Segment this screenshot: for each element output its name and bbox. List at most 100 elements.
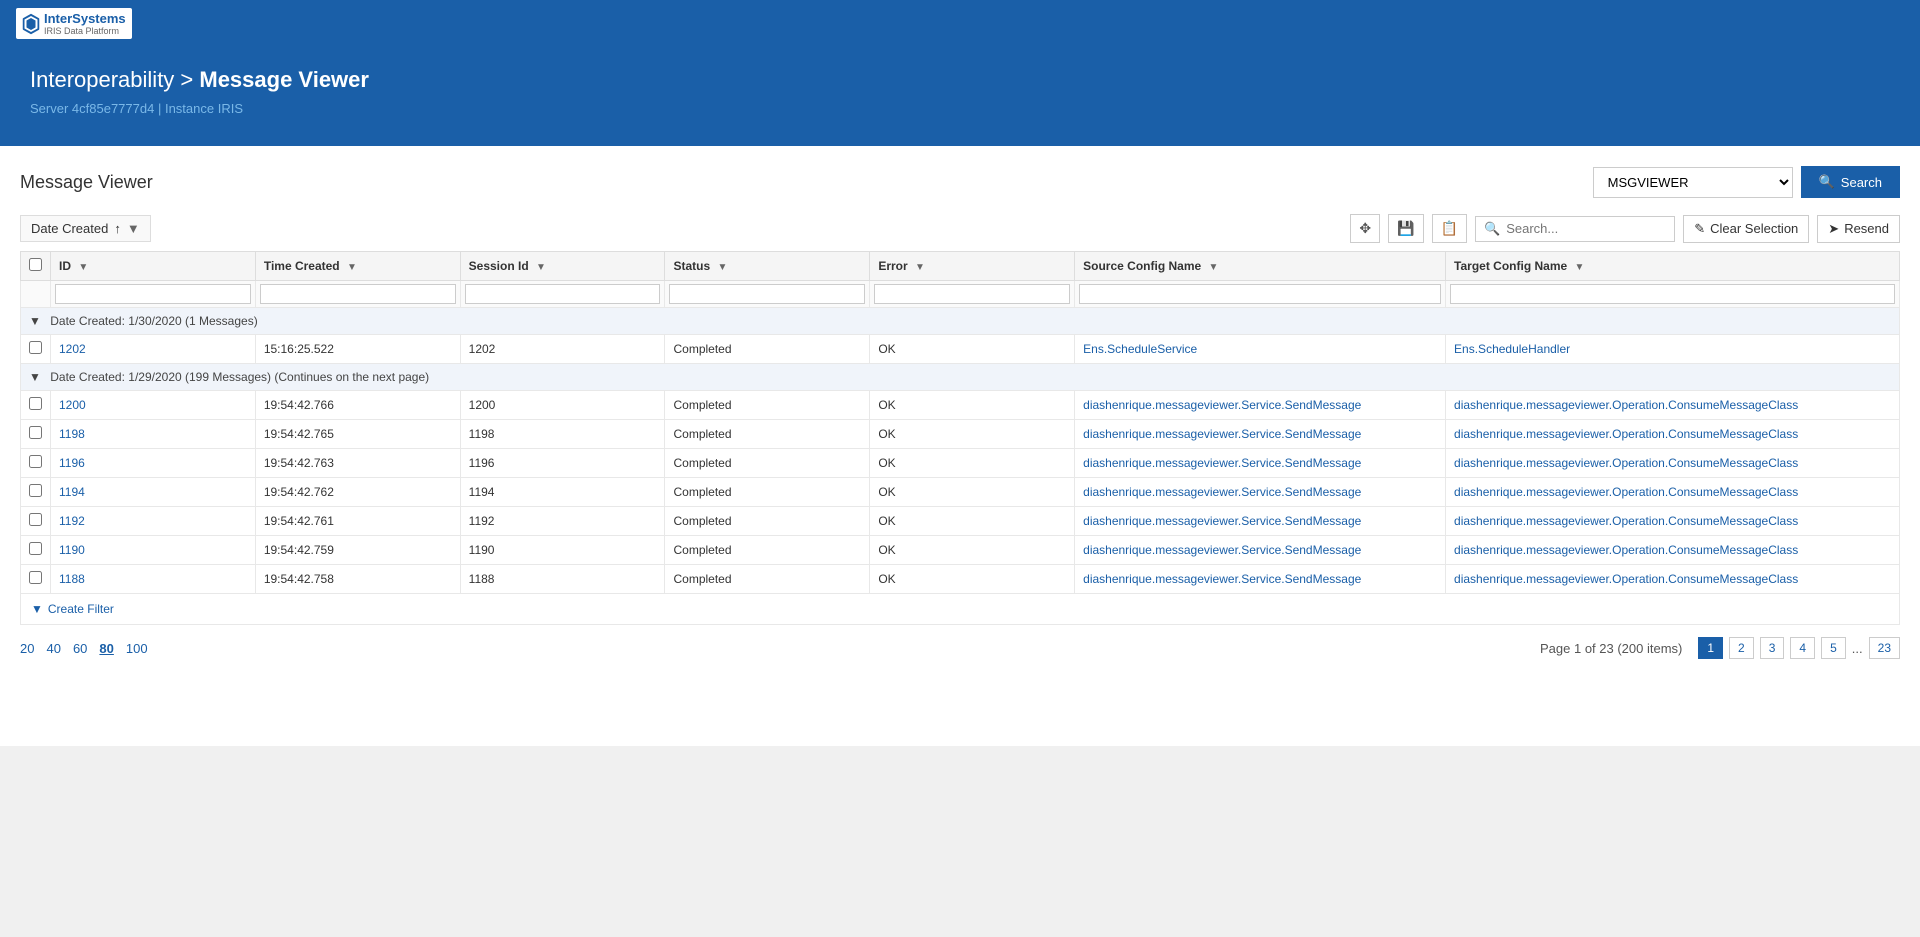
source-config-filter-icon[interactable]: ▼ [1209,262,1219,273]
row-source-link[interactable]: diashenrique.messageviewer.Service.SendM… [1083,543,1361,557]
row-target-link[interactable]: diashenrique.messageviewer.Operation.Con… [1454,543,1798,557]
status-filter-icon[interactable]: ▼ [718,262,728,273]
row-id-cell: 1192 [51,507,256,536]
row-id-link[interactable]: 1194 [59,485,85,499]
resend-icon: ➤ [1828,221,1839,237]
page-3-button[interactable]: 3 [1760,637,1785,659]
data-table: ID ▼ Time Created ▼ Session Id ▼ Status … [20,251,1900,594]
row-id-link[interactable]: 1196 [59,456,85,470]
id-filter-icon[interactable]: ▼ [78,262,88,273]
row-target-link[interactable]: diashenrique.messageviewer.Operation.Con… [1454,427,1798,441]
row-checkbox[interactable] [29,455,42,468]
search-input-box: 🔍 [1475,216,1675,242]
row-checkbox[interactable] [29,341,42,354]
row-source-link[interactable]: Ens.ScheduleService [1083,342,1197,356]
row-id-link[interactable]: 1200 [59,398,86,412]
sort-filter-icon[interactable]: ▼ [127,221,140,236]
row-source-link[interactable]: diashenrique.messageviewer.Service.SendM… [1083,485,1361,499]
page-last-button[interactable]: 23 [1869,637,1900,659]
select-all-checkbox[interactable] [29,258,42,271]
header-section: Interoperability > Message Viewer Server… [0,47,1920,146]
row-checkbox[interactable] [29,513,42,526]
row-id-link[interactable]: 1192 [59,514,85,528]
collapse-icon[interactable]: ▼ [29,314,41,328]
page-size-80[interactable]: 80 [99,641,113,656]
row-target-link[interactable]: Ens.ScheduleHandler [1454,342,1570,356]
create-filter-button[interactable]: ▼ Create Filter [31,602,114,616]
row-source-link[interactable]: diashenrique.messageviewer.Service.SendM… [1083,456,1361,470]
row-id-cell: 1196 [51,449,256,478]
filter-status-input[interactable] [669,284,865,304]
row-source-link[interactable]: diashenrique.messageviewer.Service.SendM… [1083,427,1361,441]
clear-selection-button[interactable]: ✎ Clear Selection [1683,215,1809,243]
row-checkbox[interactable] [29,426,42,439]
row-target-link[interactable]: diashenrique.messageviewer.Operation.Con… [1454,398,1798,412]
filter-source-input[interactable] [1079,284,1441,304]
expand-icon-button[interactable]: ✥ [1350,214,1380,243]
filter-id-input[interactable] [55,284,251,304]
row-session-cell: 1190 [460,536,665,565]
row-error-cell: OK [870,449,1075,478]
row-id-link[interactable]: 1188 [59,572,85,586]
row-session-cell: 1200 [460,391,665,420]
namespace-select[interactable]: MSGVIEWER [1593,167,1793,198]
row-source-link[interactable]: diashenrique.messageviewer.Service.SendM… [1083,398,1361,412]
row-target-cell: diashenrique.messageviewer.Operation.Con… [1446,449,1900,478]
copy-icon-button[interactable]: 📋 [1432,214,1467,243]
error-filter-icon[interactable]: ▼ [915,262,925,273]
page-5-button[interactable]: 5 [1821,637,1846,659]
target-config-filter-icon[interactable]: ▼ [1575,262,1585,273]
row-checkbox[interactable] [29,397,42,410]
row-error-cell: OK [870,565,1075,594]
row-source-cell: diashenrique.messageviewer.Service.SendM… [1075,478,1446,507]
row-target-cell: diashenrique.messageviewer.Operation.Con… [1446,536,1900,565]
page-4-button[interactable]: 4 [1790,637,1815,659]
row-checkbox[interactable] [29,542,42,555]
row-source-cell: diashenrique.messageviewer.Service.SendM… [1075,565,1446,594]
row-checkbox[interactable] [29,571,42,584]
page-info: Page 1 of 23 (200 items) [1540,641,1682,656]
filter-session-input[interactable] [465,284,661,304]
filter-error-input[interactable] [874,284,1070,304]
filter-checkbox-col [21,281,51,308]
row-error-cell: OK [870,507,1075,536]
page-dots: ... [1852,641,1863,656]
create-filter-label: Create Filter [48,602,114,616]
resend-button[interactable]: ➤ Resend [1817,215,1900,243]
row-id-link[interactable]: 1190 [59,543,85,557]
row-target-link[interactable]: diashenrique.messageviewer.Operation.Con… [1454,514,1798,528]
search-input[interactable] [1506,221,1666,236]
filter-source-col [1075,281,1446,308]
page-size-100[interactable]: 100 [126,641,148,656]
row-source-cell: diashenrique.messageviewer.Service.SendM… [1075,420,1446,449]
row-target-link[interactable]: diashenrique.messageviewer.Operation.Con… [1454,485,1798,499]
intersystems-logo-icon [22,13,40,35]
row-target-link[interactable]: diashenrique.messageviewer.Operation.Con… [1454,572,1798,586]
page-size-60[interactable]: 60 [73,641,87,656]
table-filter-row [21,281,1900,308]
row-id-link[interactable]: 1198 [59,427,85,441]
th-id: ID ▼ [51,252,256,281]
row-target-link[interactable]: diashenrique.messageviewer.Operation.Con… [1454,456,1798,470]
row-id-link[interactable]: 1202 [59,342,86,356]
page-2-button[interactable]: 2 [1729,637,1754,659]
page-nav: Page 1 of 23 (200 items) 1 2 3 4 5 ... 2… [1540,637,1900,659]
filter-icon: ▼ [31,602,43,616]
row-checkbox[interactable] [29,484,42,497]
filter-time-input[interactable] [260,284,456,304]
page-size-40[interactable]: 40 [46,641,60,656]
collapse-icon[interactable]: ▼ [29,370,41,384]
export-icon-button[interactable]: 💾 [1388,214,1423,243]
row-source-link[interactable]: diashenrique.messageviewer.Service.SendM… [1083,514,1361,528]
filter-target-input[interactable] [1450,284,1895,304]
search-button[interactable]: 🔍 Search [1801,166,1900,198]
row-id-cell: 1190 [51,536,256,565]
time-created-filter-icon[interactable]: ▼ [347,262,357,273]
page-size-20[interactable]: 20 [20,641,34,656]
row-source-cell: diashenrique.messageviewer.Service.SendM… [1075,536,1446,565]
th-error: Error ▼ [870,252,1075,281]
session-id-filter-icon[interactable]: ▼ [536,262,546,273]
row-source-link[interactable]: diashenrique.messageviewer.Service.SendM… [1083,572,1361,586]
page-1-button[interactable]: 1 [1698,637,1723,659]
row-source-cell: diashenrique.messageviewer.Service.SendM… [1075,449,1446,478]
